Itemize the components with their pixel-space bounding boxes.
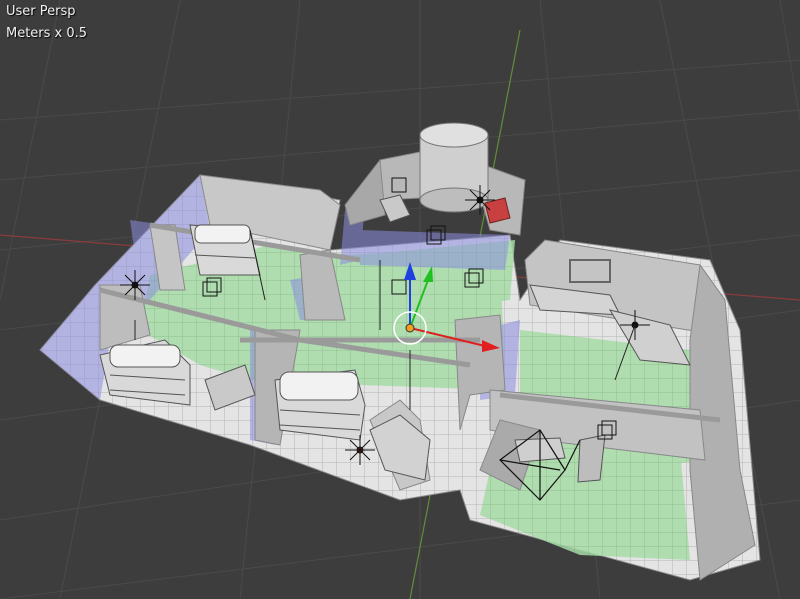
bunk-bed-3 [189, 224, 261, 276]
3d-viewport[interactable]: User Persp Meters x 0.5 [0, 0, 800, 599]
red-cube [484, 197, 511, 224]
pillar [577, 434, 606, 483]
grid-scale-label: Meters x 0.5 [6, 26, 88, 41]
bunk-bed-2 [274, 369, 366, 441]
scene-canvas[interactable] [0, 0, 800, 599]
origin-point [405, 323, 415, 333]
bunk-bed-1 [99, 339, 191, 406]
view-name-label: User Persp [6, 4, 76, 19]
